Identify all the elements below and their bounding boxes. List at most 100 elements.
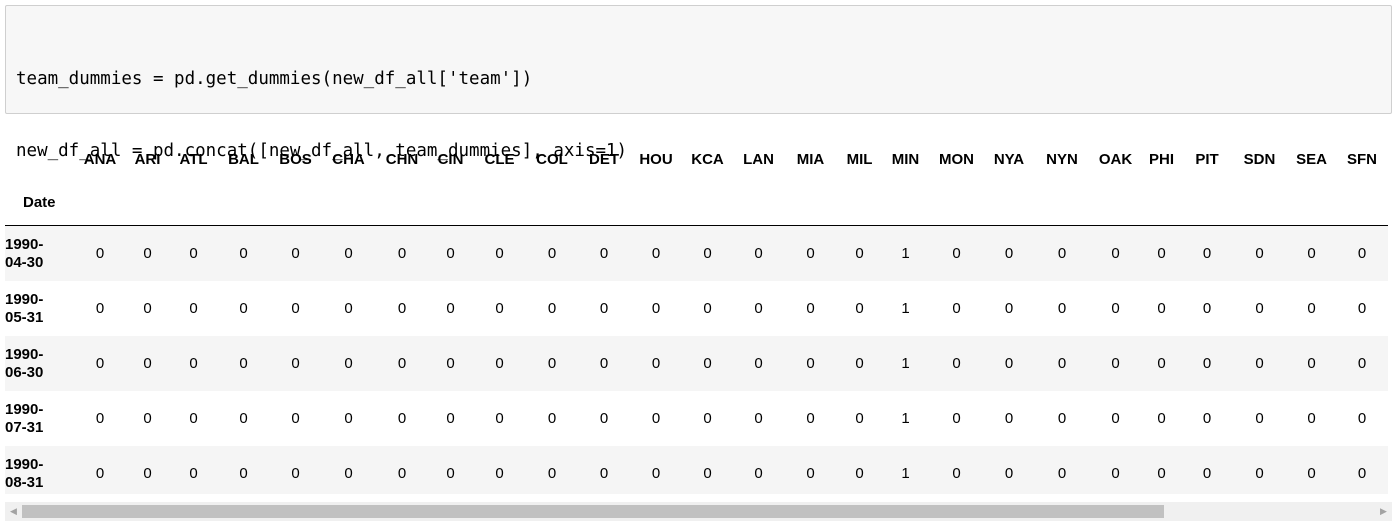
- table-cell: 0: [239, 300, 248, 317]
- empty-header-cell: [837, 194, 882, 226]
- table-cell: 0: [806, 245, 815, 262]
- table-cell: 0: [651, 465, 661, 482]
- column-header: DET: [589, 150, 619, 168]
- table-cell: 0: [806, 300, 815, 317]
- table-row: 1990- 05-31 0 0 0 0 0 0 0 0 0 0 0 0 0 0 0 0 1 0 0 0 0 0 0 0 0 0: [5, 281, 1388, 336]
- table-cell: 0: [291, 300, 300, 317]
- column-header: ARI: [134, 150, 161, 168]
- scroll-left-arrow-icon[interactable]: ◀: [5, 502, 22, 521]
- row-index-part: 1990-: [5, 455, 44, 473]
- row-index-part: 05-31: [5, 308, 44, 326]
- table-cell: 0: [855, 355, 864, 372]
- table-cell: 0: [599, 300, 609, 317]
- table-cell: 0: [599, 355, 609, 372]
- empty-header-cell: [578, 194, 630, 226]
- empty-header-cell: [1090, 194, 1141, 226]
- table-cell: 0: [239, 355, 248, 372]
- table-cell: 0: [1004, 410, 1014, 427]
- table-cell: 0: [1255, 300, 1264, 317]
- table-cell: 0: [495, 245, 504, 262]
- column-header: CHA: [332, 150, 365, 168]
- row-index-label: 1990- 05-31: [5, 281, 75, 336]
- table-cell: 0: [703, 300, 712, 317]
- empty-header-cell: [682, 194, 733, 226]
- table-cell: 0: [703, 355, 712, 372]
- row-index-part: 06-30: [5, 363, 44, 381]
- table-cell: 0: [291, 355, 300, 372]
- empty-header-cell: [376, 194, 428, 226]
- table-cell: 0: [952, 300, 961, 317]
- table-cell: 0: [1202, 245, 1212, 262]
- column-header: SFN: [1347, 150, 1377, 168]
- table-cell: 0: [291, 245, 300, 262]
- table-cell: 0: [1255, 465, 1264, 482]
- empty-header-cell: [526, 194, 578, 226]
- table-cell: 0: [1111, 300, 1120, 317]
- table-cell: 0: [1157, 465, 1166, 482]
- row-index-part: 04-30: [5, 253, 44, 271]
- horizontal-scrollbar[interactable]: ◀ ▶: [5, 502, 1392, 521]
- scroll-right-arrow-icon[interactable]: ▶: [1375, 502, 1392, 521]
- table-cell: 0: [143, 245, 152, 262]
- empty-header-cell: [1232, 194, 1287, 226]
- table-cell: 0: [1111, 465, 1120, 482]
- table-cell: 0: [599, 245, 609, 262]
- table-cell: 0: [446, 355, 455, 372]
- table-cell: 1: [901, 300, 910, 317]
- table-cell: 0: [952, 245, 961, 262]
- table-cell: 0: [547, 465, 557, 482]
- table-cell: 0: [806, 355, 815, 372]
- row-index-part: 07-31: [5, 418, 44, 436]
- table-cell: 0: [1202, 410, 1212, 427]
- table-cell: 0: [547, 355, 557, 372]
- index-name: Date: [23, 194, 56, 211]
- table-cell: 0: [754, 465, 763, 482]
- table-cell: 0: [1111, 410, 1120, 427]
- table-cell: 0: [952, 355, 961, 372]
- empty-header-cell: [882, 194, 929, 226]
- table-cell: 0: [143, 300, 152, 317]
- empty-header-cell: [170, 194, 217, 226]
- column-header: NYA: [993, 150, 1025, 168]
- table-cell: 0: [1255, 245, 1264, 262]
- table-cell: 0: [397, 355, 407, 372]
- table-cell: 0: [344, 465, 353, 482]
- table-cell: 1: [901, 465, 910, 482]
- table-row: 1990- 06-30 0 0 0 0 0 0 0 0 0 0 0 0 0 0 0 0 1 0 0 0 0 0 0 0 0 0: [5, 336, 1388, 391]
- table-cell: 0: [189, 300, 198, 317]
- table-cell: 0: [651, 245, 661, 262]
- table-cell: 0: [651, 300, 661, 317]
- table-cell: 0: [599, 465, 609, 482]
- table-cell: 0: [1307, 355, 1316, 372]
- column-header: SEA: [1296, 150, 1327, 168]
- code-input-cell[interactable]: team_dummies = pd.get_dummies(new_df_all…: [5, 5, 1392, 305]
- dataframe-table: ANA ARI ATL BAL BOS CHA CHN CIN CLE COL DET HOU KCA L…: [5, 124, 1388, 494]
- table-cell: 0: [143, 410, 152, 427]
- table-cell: 0: [651, 410, 661, 427]
- table-cell: 0: [547, 245, 557, 262]
- column-header: PHI: [1148, 150, 1174, 168]
- table-cell: 0: [1004, 355, 1014, 372]
- empty-header-cell: [1141, 194, 1182, 226]
- empty-header-cell: [929, 194, 984, 226]
- table-cell: 0: [95, 410, 105, 427]
- table-cell: 0: [189, 465, 198, 482]
- table-cell: 0: [1202, 355, 1212, 372]
- table-cell: 0: [446, 410, 455, 427]
- scrollbar-thumb[interactable]: [22, 505, 1164, 518]
- table-cell: 0: [599, 410, 609, 427]
- empty-header-cell: [784, 194, 837, 226]
- table-cell: 0: [651, 355, 661, 372]
- index-name-row: Date: [5, 194, 1388, 226]
- table-cell: 0: [1157, 245, 1166, 262]
- column-header: PIT: [1195, 150, 1219, 168]
- column-header: BOS: [279, 150, 312, 168]
- column-header-row: ANA ARI ATL BAL BOS CHA CHN CIN CLE COL DET HOU KCA L…: [5, 124, 1388, 194]
- table-cell: 0: [855, 245, 864, 262]
- column-header: HOU: [639, 150, 673, 168]
- empty-header-cell: [630, 194, 682, 226]
- table-cell: 0: [95, 465, 105, 482]
- table-cell: 1: [901, 355, 910, 372]
- table-cell: 0: [239, 245, 248, 262]
- column-header: LAN: [743, 150, 774, 168]
